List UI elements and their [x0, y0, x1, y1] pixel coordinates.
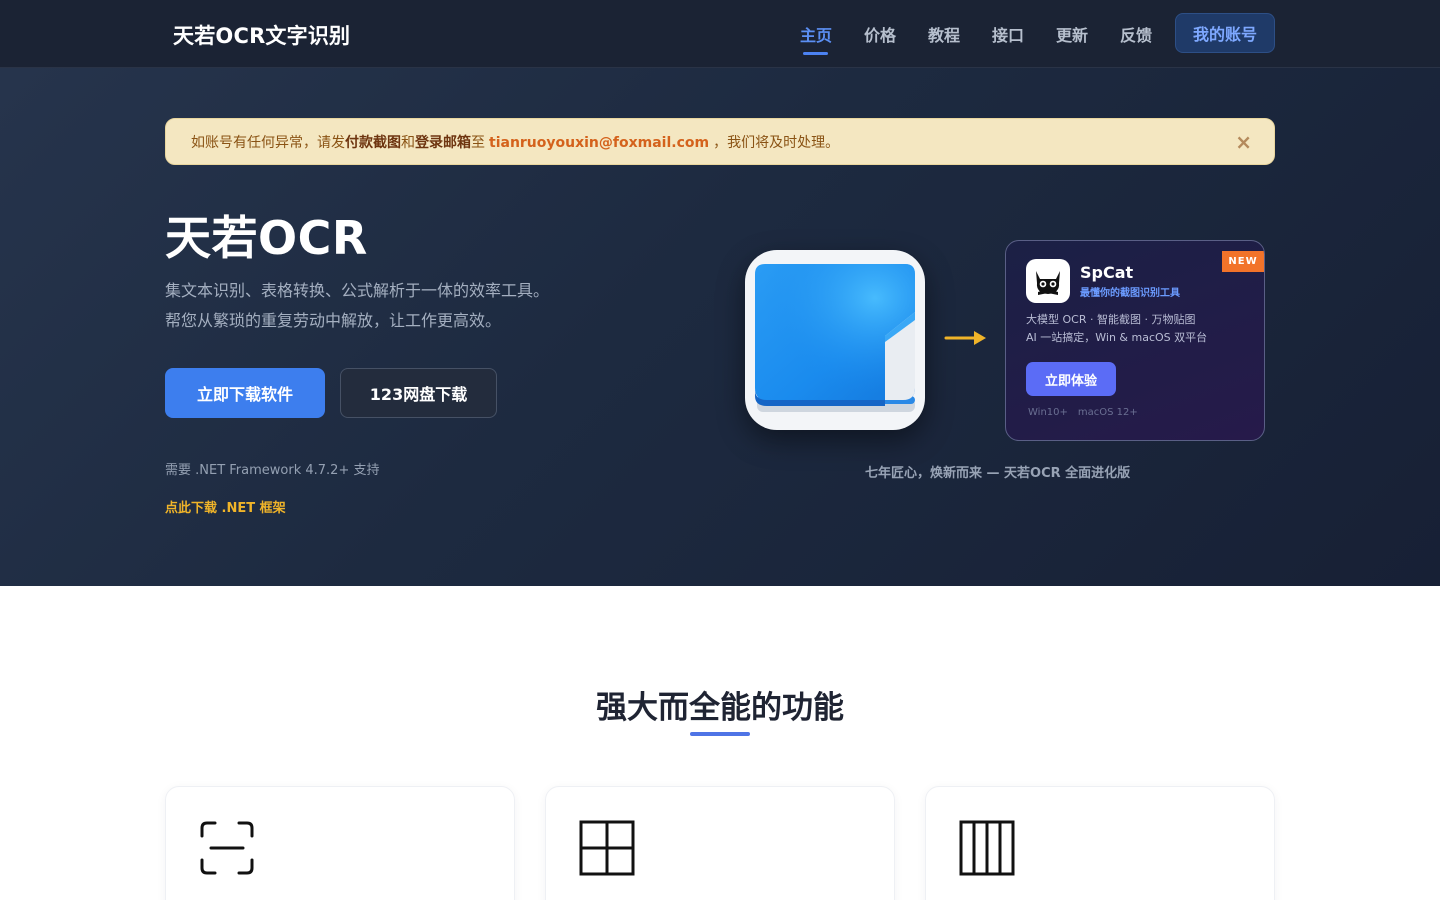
nav-item-tutorial[interactable]: 教程 — [912, 0, 976, 68]
notice-email: tianruoyouxin@foxmail.com — [489, 134, 710, 151]
feature-card-text-recognition — [165, 786, 515, 900]
features-title-underline — [690, 732, 750, 736]
hero-desc-line1: 集文本识别、表格转换、公式解析于一体的效率工具。 — [165, 281, 550, 300]
scan-icon — [200, 821, 254, 875]
nav-item-pricing[interactable]: 价格 — [848, 0, 912, 68]
new-badge: NEW — [1222, 251, 1264, 272]
hero-title: 天若OCR — [165, 211, 368, 265]
hero-desc-line2: 帮您从繁琐的重复劳动中解放，让工作更高效。 — [165, 311, 502, 330]
notice-text: 如账号有任何异常，请发付款截图和登录邮箱至 tianruoyouxin@foxma… — [191, 134, 840, 151]
brand-logo-text[interactable]: 天若OCR文字识别 — [173, 20, 350, 50]
download-software-button[interactable]: 立即下载软件 — [165, 368, 325, 418]
feature-card-table — [545, 786, 895, 900]
net-requirement-note: 需要 .NET Framework 4.7.2+ 支持 — [165, 463, 380, 478]
sys-win: Win10+ — [1028, 407, 1068, 418]
tianruo-app-icon — [745, 250, 925, 430]
feature-card-columns — [925, 786, 1275, 900]
spcat-try-button[interactable]: 立即体验 — [1026, 362, 1116, 396]
nav-item-api[interactable]: 接口 — [976, 0, 1040, 68]
nav-item-feedback[interactable]: 反馈 — [1104, 0, 1168, 68]
spcat-description: 大模型 OCR · 智能截图 · 万物贴图 AI 一站搞定，Win & macO… — [1026, 311, 1207, 347]
nav-item-updates[interactable]: 更新 — [1040, 0, 1104, 68]
arrow-right-icon — [944, 328, 990, 352]
spcat-promo-card: NEW SpCat 最懂你的截图识别工具 大模型 OCR · 智能截图 · 万物… — [1005, 240, 1265, 441]
spcat-tagline: 最懂你的截图识别工具 — [1080, 288, 1180, 299]
download-net-framework-link[interactable]: 点此下载 .NET 框架 — [165, 497, 286, 516]
spcat-name: SpCat — [1080, 263, 1134, 282]
spcat-cat-logo-icon — [1026, 259, 1070, 303]
nav-links: 主页 价格 教程 接口 更新 反馈 — [784, 0, 1168, 68]
spcat-desc-line2: AI 一站搞定，Win & macOS 双平台 — [1026, 331, 1208, 344]
nav-item-home[interactable]: 主页 — [784, 0, 848, 68]
top-navbar: 天若OCR文字识别 主页 价格 教程 接口 更新 反馈 我的账号 — [0, 0, 1440, 68]
notice-banner: 如账号有任何异常，请发付款截图和登录邮箱至 tianruoyouxin@foxma… — [165, 118, 1275, 165]
columns-icon — [959, 820, 1015, 876]
table-grid-icon — [579, 820, 635, 876]
hero-caption: 七年匠心，焕新而来 — 天若OCR 全面进化版 — [865, 466, 1131, 481]
my-account-button[interactable]: 我的账号 — [1175, 13, 1275, 53]
spcat-system-requirements: Win10+ macOS 12+ — [1028, 407, 1148, 418]
sys-mac: macOS 12+ — [1077, 407, 1138, 418]
hero-section: 如账号有任何异常，请发付款截图和登录邮箱至 tianruoyouxin@foxma… — [0, 68, 1440, 586]
close-icon[interactable]: × — [1235, 132, 1252, 152]
features-title: 强大而全能的功能 — [596, 690, 844, 726]
spcat-desc-line1: 大模型 OCR · 智能截图 · 万物贴图 — [1026, 313, 1196, 326]
pan-download-button[interactable]: 123网盘下载 — [340, 368, 497, 418]
hero-description: 集文本识别、表格转换、公式解析于一体的效率工具。 帮您从繁琐的重复劳动中解放，让… — [165, 276, 549, 336]
